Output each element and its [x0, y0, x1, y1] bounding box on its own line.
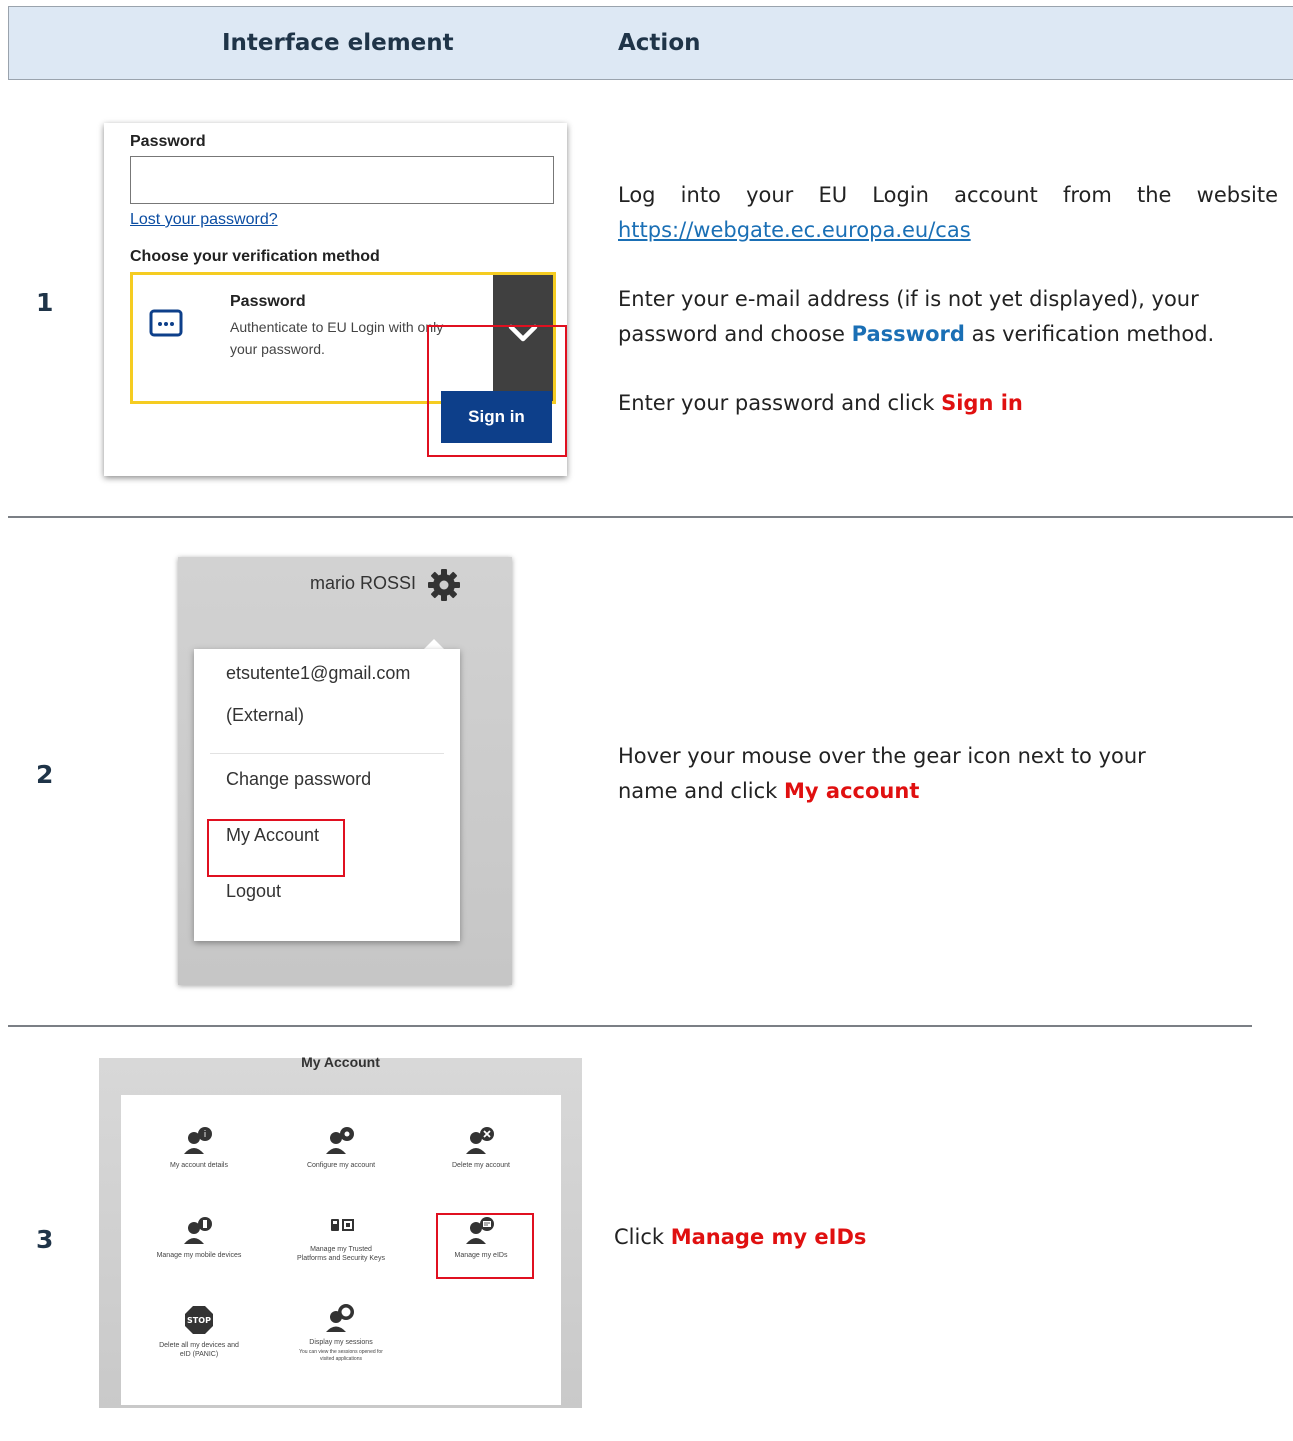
action-text-row3: Click Manage my eIDs	[614, 1220, 866, 1255]
tile-label: Manage my mobile devices	[156, 1252, 242, 1259]
my-account-screenshot: My Account i My account details Configur…	[99, 1054, 582, 1408]
method-desc-line1: Authenticate to EU Login with only	[230, 319, 444, 335]
password-field[interactable]	[130, 156, 554, 204]
highlight-password: Password	[851, 322, 965, 346]
tile-my-account-details[interactable]: i My account details	[139, 1125, 259, 1170]
tile-configure-my-account[interactable]: Configure my account	[281, 1125, 401, 1170]
action-text-row2: Hover your mouse over the gear icon next…	[618, 739, 1146, 809]
menu-divider	[210, 753, 444, 754]
sessions-description: You can view the sessions opened for vis…	[299, 1349, 383, 1362]
tile-manage-trusted-platforms[interactable]: Manage my Trusted Platforms and Security…	[281, 1215, 401, 1263]
password-label: Password	[130, 133, 206, 150]
menu-caret	[424, 639, 444, 649]
tile-label: Manage my Trusted Platforms and Security…	[297, 1246, 385, 1262]
stop-text: STOP	[187, 1316, 211, 1325]
row-separator-1	[8, 516, 1293, 518]
my-account-title: My Account	[301, 1054, 380, 1070]
action-row3-pre: Click	[614, 1225, 665, 1249]
user-sessions-icon	[281, 1302, 401, 1332]
user-menu-screenshot: mario ROSSI etsutente1@gmail.com (Extern…	[178, 557, 512, 985]
highlight-sign-in: Sign in	[941, 391, 1023, 415]
login-form-screenshot: Password Lost your password? Choose your…	[104, 123, 567, 476]
menu-email: etsutente1@gmail.com	[226, 663, 411, 683]
highlight-manage-eids: Manage my eIDs	[670, 1225, 867, 1249]
gear-icon[interactable]	[426, 567, 462, 608]
tile-label: Display my sessions	[309, 1339, 373, 1346]
menu-item-logout[interactable]: Logout	[226, 881, 281, 902]
user-mobile-icon	[139, 1215, 259, 1245]
user-dropdown-menu: etsutente1@gmail.com (External) Change p…	[194, 649, 460, 941]
row-number-2: 2	[36, 760, 54, 789]
tile-delete-all-devices-panic[interactable]: STOP Delete all my devices and eID (PANI…	[139, 1305, 259, 1359]
tile-label: Delete all my devices and eID (PANIC)	[159, 1342, 239, 1358]
row-number-3: 3	[36, 1225, 54, 1254]
my-account-panel: i My account details Configure my accoun…	[121, 1095, 561, 1405]
action-text-row1: Log into your EU Login account from the …	[618, 178, 1278, 248]
menu-account-type: (External)	[226, 705, 305, 725]
action-row2-line1: Hover your mouse over the gear icon next…	[618, 744, 1146, 768]
tile-display-my-sessions[interactable]: Display my sessions You can view the ses…	[281, 1302, 401, 1363]
user-info-icon: i	[139, 1125, 259, 1155]
tile-manage-mobile-devices[interactable]: Manage my mobile devices	[139, 1215, 259, 1260]
tile-label: Configure my account	[306, 1162, 376, 1169]
user-name: mario ROSSI	[310, 573, 417, 593]
verification-method-label: Choose your verification method	[130, 248, 380, 265]
row-number-1: 1	[36, 288, 54, 317]
action-row1-p2: Enter your e-mail address (if is not yet…	[618, 282, 1286, 352]
user-delete-icon	[421, 1125, 541, 1155]
row-separator-2	[8, 1025, 1252, 1027]
tile-label: Delete my account	[452, 1162, 510, 1169]
stop-icon: STOP	[139, 1305, 259, 1335]
password-dots-icon	[149, 309, 183, 342]
svg-text:i: i	[204, 1130, 207, 1140]
action-row1-p3-pre: Enter your password and click	[618, 391, 935, 415]
header-action: Action	[618, 30, 701, 56]
action-row1-p1: Log into your EU Login account from the …	[618, 183, 1278, 207]
tile-label: My account details	[170, 1162, 228, 1169]
header-interface-element: Interface element	[222, 30, 454, 56]
action-row2-line2-pre: name and click	[618, 779, 778, 803]
highlight-box-manage-eids	[436, 1213, 534, 1279]
menu-item-change-password[interactable]: Change password	[226, 769, 371, 790]
tile-delete-my-account[interactable]: Delete my account	[421, 1125, 541, 1170]
user-settings-icon	[281, 1125, 401, 1155]
lost-password-link[interactable]: Lost your password?	[130, 211, 278, 229]
method-desc-line2: your password.	[230, 341, 325, 357]
webgate-link[interactable]: https://webgate.ec.europa.eu/cas	[618, 213, 1278, 248]
action-row1-p3: Enter your password and click Sign in	[618, 386, 1023, 421]
highlight-my-account: My account	[784, 779, 920, 803]
security-keys-icon	[281, 1215, 401, 1239]
highlight-box-sign-in	[427, 325, 567, 457]
method-title: Password	[230, 293, 306, 310]
action-row1-p2-post: as verification method.	[971, 322, 1215, 346]
highlight-box-my-account	[207, 819, 345, 877]
